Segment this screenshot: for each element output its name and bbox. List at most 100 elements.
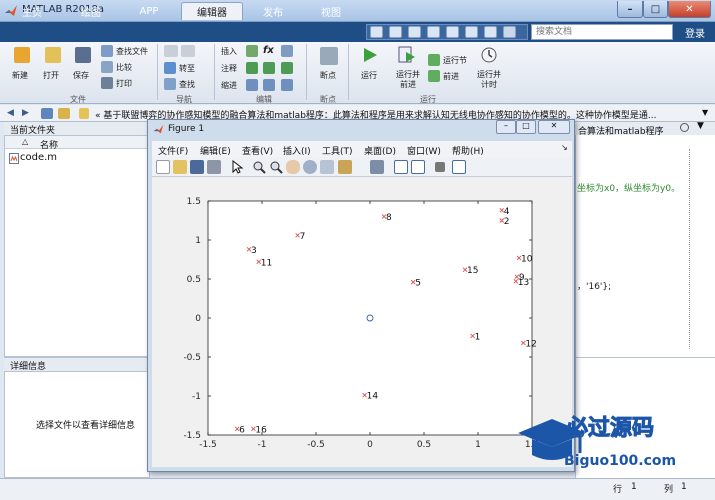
insert-legend-icon[interactable] xyxy=(411,160,425,174)
data-cursor-icon[interactable] xyxy=(320,160,334,174)
figure-maximize-button[interactable]: □ xyxy=(516,120,536,134)
nav-back-icon[interactable]: ◀ xyxy=(7,108,14,118)
insert-colorbar-icon[interactable] xyxy=(394,160,408,174)
link-plot-icon[interactable] xyxy=(370,160,384,174)
tab-editor[interactable]: 编辑器 xyxy=(181,2,243,20)
run-advance-icon xyxy=(398,46,415,63)
section-label-file: 文件 xyxy=(70,95,86,104)
figure-menu-help[interactable]: 帮助(H) xyxy=(452,144,484,157)
run-and-advance-button[interactable]: 运行并前进 xyxy=(394,70,422,90)
dock-arrow-icon[interactable]: ↘ xyxy=(561,143,568,152)
paste-icon[interactable] xyxy=(427,26,440,38)
new-button[interactable]: 新建 xyxy=(12,70,28,81)
tab-publish[interactable]: 发布 xyxy=(248,2,298,20)
insert-section-icon[interactable] xyxy=(246,45,258,57)
up-folder-icon[interactable] xyxy=(41,108,53,119)
insert-function-icon[interactable] xyxy=(281,45,293,57)
y-tick-label: 1 xyxy=(195,236,201,246)
figure-close-button[interactable]: ✕ xyxy=(538,120,570,134)
breakpoints-button[interactable]: 断点 xyxy=(320,70,336,81)
undo-icon[interactable] xyxy=(446,26,459,38)
data-point-label: 12 xyxy=(525,339,536,349)
pan-hand-icon[interactable] xyxy=(286,160,300,174)
compare-button[interactable]: 比较 xyxy=(116,62,132,73)
cut-icon[interactable] xyxy=(389,26,402,38)
run-section-icon xyxy=(428,54,440,66)
figure-menu-view[interactable]: 查看(V) xyxy=(242,144,273,157)
wrap-comments-icon[interactable] xyxy=(281,62,293,74)
nav-forward-icon[interactable]: ▶ xyxy=(22,108,29,118)
path-dropdown-icon[interactable]: ▼ xyxy=(702,108,708,117)
find-button[interactable]: 查找 xyxy=(179,79,195,90)
figure-menu-desktop[interactable]: 桌面(D) xyxy=(364,144,396,157)
increase-indent-icon[interactable] xyxy=(263,79,275,91)
section-divider xyxy=(214,44,215,100)
figure-menu-insert[interactable]: 插入(I) xyxy=(283,144,311,157)
run-button[interactable]: 运行 xyxy=(361,70,377,81)
save-all-icon[interactable] xyxy=(370,26,383,38)
section-divider xyxy=(348,44,349,100)
smart-indent-icon[interactable] xyxy=(246,79,258,91)
editor-pane[interactable] xyxy=(575,122,715,357)
run-and-time-button[interactable]: 运行并计时 xyxy=(475,70,503,90)
sort-indicator-icon: △ xyxy=(22,137,29,146)
advance-button[interactable]: 前进 xyxy=(443,71,459,82)
close-button[interactable]: ✕ xyxy=(668,1,711,18)
figure-menu-file[interactable]: 文件(F) xyxy=(158,144,188,157)
row-value: 1 xyxy=(631,482,637,492)
hide-plot-tools-icon[interactable] xyxy=(435,162,445,172)
decrease-indent-icon[interactable] xyxy=(281,79,293,91)
new-figure-icon[interactable] xyxy=(156,160,170,174)
insert-function-button[interactable]: fx xyxy=(263,45,274,56)
login-button[interactable]: 登录 xyxy=(677,22,713,42)
tab-view[interactable]: 视图 xyxy=(306,2,356,20)
goto-button[interactable]: 转至 xyxy=(179,63,195,74)
run-and-time-icon xyxy=(481,47,497,63)
brush-icon[interactable] xyxy=(338,160,352,174)
copy-icon[interactable] xyxy=(408,26,421,38)
data-point-label: 3 xyxy=(251,246,257,256)
comment-icon[interactable] xyxy=(246,62,258,74)
browse-folder-icon[interactable] xyxy=(58,108,70,119)
maximize-button[interactable]: □ xyxy=(643,1,668,18)
save-button[interactable]: 保存 xyxy=(73,70,89,81)
figure-minimize-button[interactable]: – xyxy=(496,120,516,134)
tab-plots[interactable]: 绘图 xyxy=(66,2,116,20)
redo-icon[interactable] xyxy=(465,26,478,38)
go-forward-icon[interactable] xyxy=(181,45,195,57)
tab-home[interactable]: 主页 xyxy=(10,2,54,20)
section-divider xyxy=(306,44,307,100)
editor-expand-icon[interactable]: ▼ xyxy=(697,121,704,131)
uncomment-icon[interactable] xyxy=(263,62,275,74)
open-file-icon[interactable] xyxy=(173,160,187,174)
comment-button[interactable]: 注释 xyxy=(221,63,237,74)
rotate-3d-icon[interactable] xyxy=(303,160,317,174)
editor-menu-icon[interactable] xyxy=(680,123,689,132)
data-point-label: 10 xyxy=(521,254,533,264)
switch-windows-icon[interactable] xyxy=(484,26,497,38)
file-list-item[interactable]: code.m xyxy=(20,152,57,163)
run-section-button[interactable]: 运行节 xyxy=(443,55,467,66)
show-plot-tools-icon[interactable] xyxy=(452,160,466,174)
minimize-button[interactable]: – xyxy=(617,1,643,18)
find-files-button[interactable]: 查找文件 xyxy=(116,46,148,57)
open-button[interactable]: 打开 xyxy=(43,70,59,81)
edit-plot-arrow-icon[interactable] xyxy=(230,160,244,174)
figure-menu-tools[interactable]: 工具(T) xyxy=(322,144,353,157)
help-icon[interactable] xyxy=(503,26,516,38)
insert-button[interactable]: 插入 xyxy=(221,46,237,57)
figure-menu-edit[interactable]: 编辑(E) xyxy=(200,144,231,157)
scatter-plot[interactable]: -1.5-1-0.500.511.5-1.5-1-0.500.511.51234… xyxy=(152,177,572,467)
indent-button[interactable]: 缩进 xyxy=(221,80,237,91)
print-figure-icon[interactable] xyxy=(207,160,221,174)
save-figure-icon[interactable] xyxy=(190,160,204,174)
print-button[interactable]: 打印 xyxy=(116,78,132,89)
column-header-name[interactable]: 名称 xyxy=(40,138,58,151)
go-back-icon[interactable] xyxy=(164,45,178,57)
zoom-out-icon[interactable] xyxy=(269,160,283,174)
zoom-in-icon[interactable] xyxy=(252,160,266,174)
search-docs-input[interactable] xyxy=(531,24,673,40)
figure-menu-window[interactable]: 窗口(W) xyxy=(407,144,441,157)
run-icon xyxy=(364,48,377,62)
tab-apps[interactable]: APP xyxy=(124,2,174,20)
